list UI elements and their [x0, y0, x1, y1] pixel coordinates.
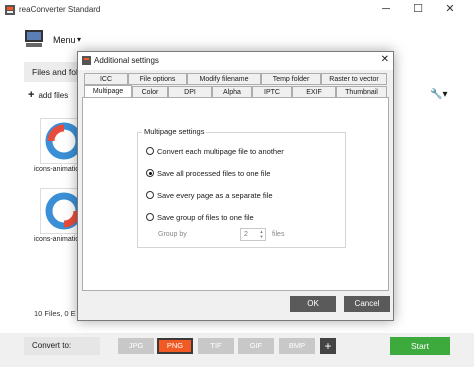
format-tif-button[interactable]: TIF	[198, 338, 234, 354]
option-label: Save every page as a separate file	[157, 191, 273, 200]
file-label: icons-animatio	[34, 236, 80, 243]
cancel-button[interactable]: Cancel	[344, 296, 390, 312]
tab-modify-filename[interactable]: Modify filename	[187, 73, 261, 85]
format-png-button[interactable]: PNG	[157, 338, 193, 354]
multipage-settings-group: Multipage settings Convert each multipag…	[137, 127, 346, 248]
minimize-button[interactable]: ─	[372, 0, 400, 20]
file-label: icons-animation	[34, 166, 84, 173]
wrench-icon[interactable]: 🔧▾	[430, 89, 447, 100]
ok-button[interactable]: OK	[290, 296, 336, 312]
group-by-unit: files	[272, 231, 285, 238]
window-title: reaConverter Standard	[19, 5, 101, 14]
group-by-label: Group by	[158, 231, 187, 238]
tab-temp-folder[interactable]: Temp folder	[261, 73, 321, 85]
group-by-value: 2	[244, 231, 248, 238]
plus-icon: +	[28, 89, 35, 101]
tab-files-label: Files and fol	[32, 67, 78, 77]
dialog-title-bar: Additional settings ✕	[78, 52, 393, 70]
option-save-group[interactable]: Save group of files to one file	[146, 213, 254, 222]
dialog-close-button[interactable]: ✕	[381, 54, 389, 65]
option-label: Convert each multipage file to another	[157, 147, 284, 156]
add-format-button[interactable]: +	[320, 338, 336, 354]
spin-arrows-icon[interactable]: ▲ ▼	[258, 229, 265, 240]
tab-raster-to-vector[interactable]: Raster to vector	[321, 73, 387, 85]
start-button[interactable]: Start	[390, 337, 450, 355]
dialog-title: Additional settings	[94, 56, 159, 65]
convert-to-label: Convert to:	[32, 341, 72, 350]
format-bmp-button[interactable]: BMP	[279, 338, 315, 354]
format-jpg-button[interactable]: JPG	[118, 338, 154, 354]
group-by-stepper[interactable]: 2 ▲ ▼	[240, 228, 266, 241]
radio-button[interactable]	[146, 147, 154, 155]
option-save-all-to-one[interactable]: Save all processed files to one file	[146, 169, 270, 178]
option-label: Save all processed files to one file	[157, 169, 271, 178]
title-bar: reaConverter Standard ─ ☐ ✕	[0, 0, 474, 22]
menu-label: Menu	[53, 35, 76, 45]
chevron-down-icon: ▾	[77, 35, 82, 44]
option-label: Save group of files to one file	[157, 213, 254, 222]
radio-button-selected[interactable]	[146, 169, 154, 177]
close-button[interactable]: ✕	[436, 0, 464, 20]
convert-to-label-box: Convert to:	[24, 337, 100, 355]
tab-icc[interactable]: ICC	[84, 73, 128, 85]
app-icon	[5, 5, 15, 15]
group-title: Multipage settings	[142, 127, 207, 136]
maximize-button[interactable]: ☐	[404, 0, 432, 20]
status-text: 10 Files, 0 E	[34, 309, 76, 318]
format-gif-button[interactable]: GIF	[238, 338, 274, 354]
radio-button[interactable]	[146, 191, 154, 199]
add-files-label: add files	[38, 91, 69, 100]
add-files-button[interactable]: + add files	[28, 89, 68, 101]
computer-icon	[25, 30, 43, 47]
additional-settings-dialog: Additional settings ✕ ICC File options M…	[77, 51, 394, 321]
settings-icon	[82, 56, 91, 65]
tab-file-options[interactable]: File options	[128, 73, 187, 85]
radio-button[interactable]	[146, 213, 154, 221]
option-save-every-page[interactable]: Save every page as a separate file	[146, 191, 273, 200]
option-convert-each[interactable]: Convert each multipage file to another	[146, 147, 284, 156]
multipage-tab-panel: Multipage settings Convert each multipag…	[82, 97, 389, 291]
